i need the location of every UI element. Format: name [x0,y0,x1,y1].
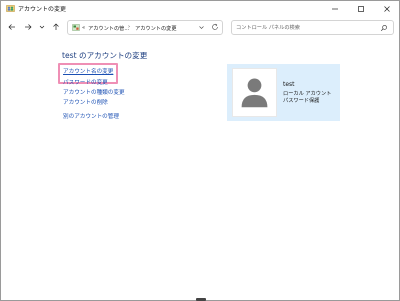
search-box[interactable] [231,20,394,35]
recent-locations-button[interactable] [37,22,47,32]
close-button[interactable] [374,1,400,16]
avatar [232,68,277,117]
breadcrumb-separator[interactable]: › [128,24,130,30]
change-account-name-link[interactable]: アカウント名の変更 [63,67,113,75]
back-button[interactable] [7,22,17,32]
change-account-type-link[interactable]: アカウントの種類の変更 [63,88,125,96]
page-title: test のアカウントの変更 [62,51,148,60]
forward-button[interactable] [23,22,33,32]
breadcrumb-overflow[interactable]: « [82,25,85,31]
refresh-button[interactable] [211,23,219,31]
account-card: test ローカル アカウント パスワード保護 [227,64,340,121]
breadcrumb-item-change-account[interactable]: アカウントの変更 [135,25,177,32]
arrow-right-icon [25,24,32,30]
title-bar: アカウントの変更 [1,1,399,16]
control-panel-users-icon [6,4,15,12]
password-status: パスワード保護 [283,98,320,104]
address-dropdown-button[interactable] [198,24,205,31]
up-button[interactable] [51,22,61,32]
arrow-left-icon [8,24,15,30]
navigation-toolbar: « アカウントの管... › アカウントの変更 [1,17,399,39]
user-avatar-icon [241,78,268,108]
account-type: ローカル アカウント [283,91,332,97]
search-icon[interactable] [380,24,388,32]
maximize-button[interactable] [348,1,374,16]
minimize-button[interactable] [322,1,348,16]
manage-another-account-link[interactable]: 別のアカウントの管理 [63,112,119,120]
refresh-icon [212,23,218,30]
arrow-up-icon [53,23,59,30]
chevron-down-icon [199,26,204,29]
search-input[interactable] [236,23,376,33]
window-title: アカウントの変更 [18,6,67,13]
delete-account-link[interactable]: アカウントの削除 [63,98,108,106]
control-panel-icon [72,24,80,32]
change-password-link[interactable]: パスワードの変更 [63,78,108,86]
chevron-down-icon [39,25,45,29]
main-content: test のアカウントの変更 アカウント名の変更 パスワードの変更 アカウントの… [2,40,399,299]
account-name: test [283,81,295,88]
breadcrumb-item-user-accounts[interactable]: アカウントの管... [88,25,129,32]
account-change-window: アカウントの変更 « アカウントの管... › アカウントの変更 コントロール … [0,0,400,301]
